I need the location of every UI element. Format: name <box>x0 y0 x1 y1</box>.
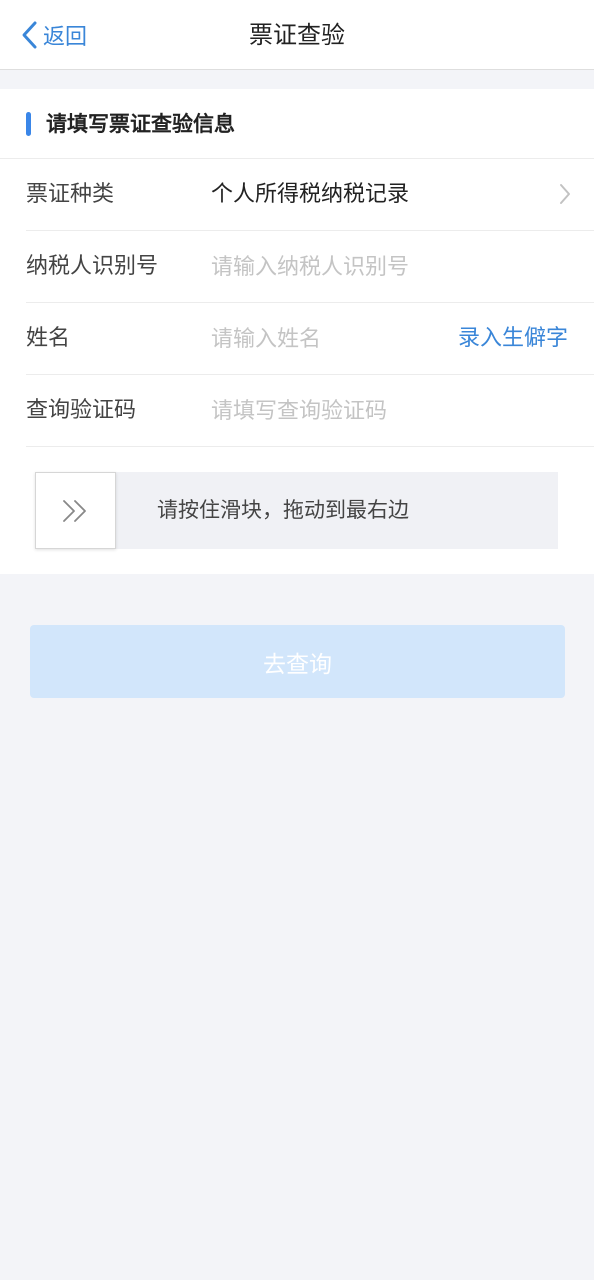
section-header: 请填写票证查验信息 <box>0 89 594 159</box>
slider-track: 请按住滑块，拖动到最右边 <box>35 472 558 549</box>
form-panel: 请填写票证查验信息 票证种类 个人所得税纳税记录 纳税人识别号 姓名 录入生僻字… <box>0 89 594 574</box>
name-input[interactable] <box>211 319 431 359</box>
taxpayer-id-input[interactable] <box>211 247 451 287</box>
taxpayer-id-label: 纳税人识别号 <box>26 254 159 279</box>
double-chevron-right-icon <box>62 499 86 522</box>
chevron-right-icon <box>560 184 570 204</box>
slider-hint: 请按住滑块，拖动到最右边 <box>157 498 409 522</box>
name-label: 姓名 <box>26 326 71 351</box>
back-label: 返回 <box>43 25 88 50</box>
slider-handle[interactable] <box>35 472 116 549</box>
back-button[interactable]: 返回 <box>20 16 87 54</box>
name-row: 姓名 录入生僻字 <box>26 303 594 375</box>
taxpayer-id-row: 纳税人识别号 <box>26 231 594 303</box>
ticket-type-row[interactable]: 票证种类 个人所得税纳税记录 <box>26 159 594 231</box>
section-accent-bar <box>26 112 31 136</box>
query-button[interactable]: 去查询 <box>30 625 565 698</box>
page-title: 票证查验 <box>249 21 345 49</box>
verify-code-label: 查询验证码 <box>26 398 137 423</box>
nav-bar: 返回 票证查验 <box>0 0 594 70</box>
verify-code-row: 查询验证码 <box>26 375 594 447</box>
ticket-type-label: 票证种类 <box>26 182 115 207</box>
section-title: 请填写票证查验信息 <box>46 112 235 136</box>
ticket-type-value: 个人所得税纳税记录 <box>211 182 410 207</box>
rare-char-link[interactable]: 录入生僻字 <box>458 303 568 375</box>
verify-code-input[interactable] <box>211 391 451 431</box>
chevron-left-icon <box>22 21 37 49</box>
